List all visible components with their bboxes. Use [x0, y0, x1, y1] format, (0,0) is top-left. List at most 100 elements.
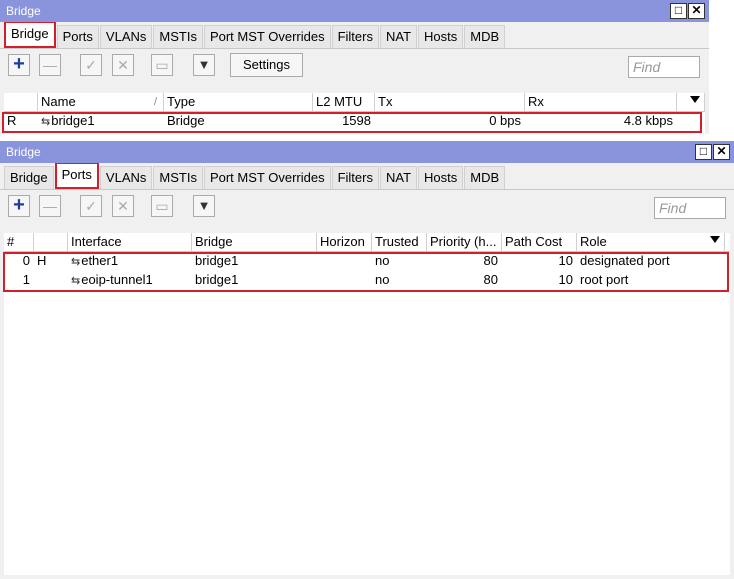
table-header: # Interface Bridge Horizon Trusted Prior…	[4, 233, 730, 252]
col-rx[interactable]: Rx	[525, 93, 677, 111]
toolbar: + — ✓ ✕ ▭ ▼ Find	[0, 190, 734, 220]
col-l2mtu[interactable]: L2 MTU	[313, 93, 375, 111]
check-icon[interactable]: ✓	[80, 54, 102, 76]
cell-flag	[34, 271, 68, 290]
ports-table: # Interface Bridge Horizon Trusted Prior…	[4, 233, 730, 575]
bridge-window-top: Bridge □ ✕ Bridge Ports VLANs MSTIs Port…	[0, 0, 709, 134]
tab-filters[interactable]: Filters	[331, 25, 379, 48]
col-horizon[interactable]: Horizon	[317, 233, 372, 251]
cell-number: 0	[22, 253, 30, 268]
tab-mstis[interactable]: MSTIs	[153, 25, 203, 48]
table-row[interactable]: R ⇆bridge1 Bridge 1598 0 bps 4.8 kbps	[4, 112, 705, 131]
col-tx[interactable]: Tx	[375, 93, 525, 111]
col-name-label: Name	[41, 94, 76, 109]
tab-port-mst-overrides[interactable]: Port MST Overrides	[203, 166, 331, 189]
cell-priority: 80	[483, 272, 498, 287]
settings-button[interactable]: Settings	[230, 53, 303, 77]
cell-interface-text: ether1	[81, 253, 119, 268]
cell-path-cost: 10	[558, 253, 573, 268]
cell-flag: R	[7, 113, 17, 128]
window-title: Bridge	[6, 145, 41, 159]
window-titlebar: Bridge □ ✕	[0, 141, 734, 163]
comment-icon[interactable]: ▭	[151, 195, 173, 217]
minus-icon[interactable]: —	[39, 54, 61, 76]
tab-mstis[interactable]: MSTIs	[153, 166, 203, 189]
cell-priority: 80	[483, 253, 498, 268]
table-row[interactable]: 0 H ⇆ether1 bridge1 no 80 10 designated …	[4, 252, 730, 271]
minus-icon[interactable]: —	[39, 195, 61, 217]
cell-name-text: bridge1	[51, 113, 95, 128]
window-titlebar: Bridge □ ✕	[0, 0, 709, 22]
cell-bridge: bridge1	[195, 272, 239, 287]
plus-icon[interactable]: +	[8, 195, 30, 217]
tab-bar: Bridge Ports VLANs MSTIs Port MST Overri…	[0, 21, 709, 49]
col-number[interactable]: #	[4, 233, 34, 251]
cell-trusted: no	[375, 272, 390, 287]
filter-icon[interactable]: ▼	[193, 54, 215, 76]
maximize-button[interactable]: □	[670, 3, 687, 19]
col-bridge[interactable]: Bridge	[192, 233, 317, 251]
window-title: Bridge	[6, 4, 41, 18]
col-interface[interactable]: Interface	[68, 233, 192, 251]
maximize-button[interactable]: □	[695, 144, 712, 160]
tab-hosts[interactable]: Hosts	[418, 25, 464, 48]
col-trusted[interactable]: Trusted	[372, 233, 427, 251]
cell-role: root port	[580, 272, 629, 287]
table-row[interactable]: 1 ⇆eoip-tunnel1 bridge1 no 80 10 root po…	[4, 271, 730, 290]
chevron-down-icon	[710, 236, 720, 243]
col-name[interactable]: Name /	[38, 93, 164, 111]
cell-bridge: bridge1	[195, 253, 239, 268]
cell-interface: ⇆eoip-tunnel1	[68, 271, 192, 290]
col-flags[interactable]	[4, 93, 38, 111]
tab-vlans[interactable]: VLANs	[99, 25, 153, 48]
cell-flag: H	[37, 253, 47, 268]
cell-rx: 4.8 kbps	[623, 113, 673, 128]
col-priority[interactable]: Priority (h...	[427, 233, 502, 251]
col-flags[interactable]	[34, 233, 68, 251]
col-type[interactable]: Type	[164, 93, 313, 111]
tab-nat[interactable]: NAT	[379, 25, 418, 48]
tab-bridge[interactable]: Bridge	[4, 21, 56, 48]
tab-bridge[interactable]: Bridge	[4, 166, 54, 189]
comment-icon[interactable]: ▭	[151, 54, 173, 76]
interface-icon: ⇆	[41, 116, 51, 128]
interface-icon: ⇆	[71, 275, 81, 287]
tab-filters[interactable]: Filters	[331, 166, 379, 189]
cell-interface: ⇆ether1	[68, 252, 192, 271]
tab-nat[interactable]: NAT	[379, 166, 418, 189]
tab-vlans[interactable]: VLANs	[99, 166, 153, 189]
tab-bar: Bridge Ports VLANs MSTIs Port MST Overri…	[0, 162, 734, 190]
table-header: Name / Type L2 MTU Tx Rx	[4, 93, 705, 112]
cross-icon[interactable]: ✕	[112, 195, 134, 217]
tab-mdb[interactable]: MDB	[464, 166, 506, 189]
tab-mdb[interactable]: MDB	[464, 25, 506, 48]
chevron-down-icon	[690, 96, 700, 103]
close-button[interactable]: ✕	[713, 144, 730, 160]
cell-tx: 0 bps	[489, 113, 521, 128]
cell-interface-text: eoip-tunnel1	[81, 272, 153, 287]
bridge-window-bottom: Bridge □ ✕ Bridge Ports VLANs MSTIs Port…	[0, 141, 734, 579]
cell-horizon	[317, 271, 372, 290]
cell-number: 1	[22, 272, 30, 287]
col-path-cost[interactable]: Path Cost	[502, 233, 577, 251]
interface-icon: ⇆	[71, 256, 81, 268]
cell-horizon	[317, 252, 372, 271]
filter-icon[interactable]: ▼	[193, 195, 215, 217]
tab-port-mst-overrides[interactable]: Port MST Overrides	[203, 25, 331, 48]
cross-icon[interactable]: ✕	[112, 54, 134, 76]
find-input[interactable]: Find	[628, 56, 700, 78]
cell-trusted: no	[375, 253, 390, 268]
tab-ports[interactable]: Ports	[56, 25, 99, 48]
tab-ports[interactable]: Ports	[54, 162, 99, 189]
cell-name: ⇆bridge1	[38, 112, 164, 131]
sort-icon: /	[153, 96, 157, 108]
check-icon[interactable]: ✓	[80, 195, 102, 217]
tab-hosts[interactable]: Hosts	[418, 166, 464, 189]
close-button[interactable]: ✕	[688, 3, 705, 19]
cell-l2mtu: 1598	[342, 113, 371, 128]
column-menu[interactable]	[677, 93, 705, 111]
bridge-table: Name / Type L2 MTU Tx Rx R ⇆bridge1 Bridg…	[4, 93, 705, 134]
plus-icon[interactable]: +	[8, 54, 30, 76]
col-role[interactable]: Role	[577, 233, 725, 251]
find-input[interactable]: Find	[654, 197, 726, 219]
